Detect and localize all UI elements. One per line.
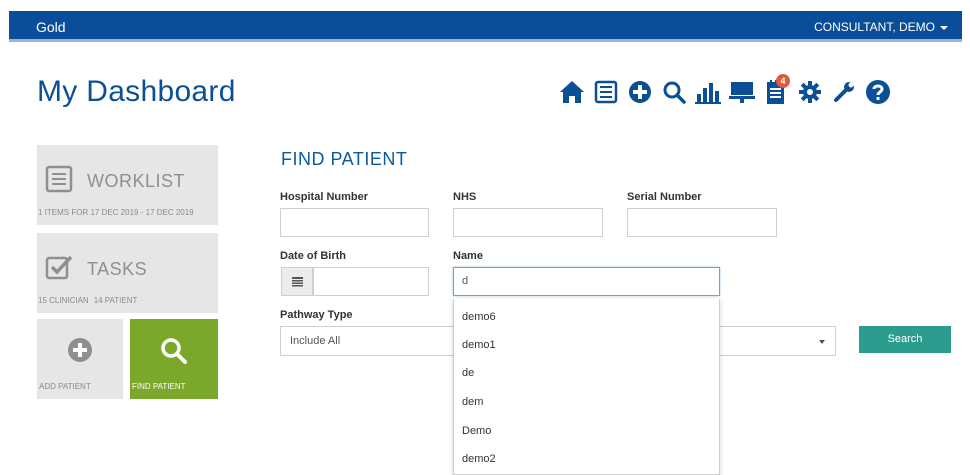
checkbox-icon bbox=[45, 253, 75, 286]
gear-icon[interactable] bbox=[794, 77, 825, 107]
page-title: My Dashboard bbox=[37, 75, 236, 108]
search-icon bbox=[160, 337, 188, 370]
worklist-tile[interactable]: WORKLIST 1 ITEMS FOR 17 DEC 2019 - 17 DE… bbox=[37, 145, 218, 225]
list-icon bbox=[45, 165, 73, 198]
worklist-subtitle: 1 ITEMS FOR 17 DEC 2019 - 17 DEC 2019 bbox=[38, 208, 194, 217]
add-patient-label: ADD PATIENT bbox=[39, 382, 91, 391]
clinician-count: 15 CLINICIAN bbox=[38, 296, 89, 305]
chevron-down-icon bbox=[819, 340, 825, 344]
suggestion-item[interactable]: Demo bbox=[462, 425, 491, 437]
find-patient-label: FIND PATIENT bbox=[132, 382, 186, 391]
name-label: Name bbox=[453, 250, 483, 262]
name-input[interactable]: d bbox=[453, 267, 720, 296]
find-patient-heading: FIND PATIENT bbox=[281, 149, 408, 169]
help-icon[interactable] bbox=[862, 77, 893, 107]
plus-circle-icon bbox=[67, 337, 93, 368]
search-button[interactable]: Search bbox=[859, 326, 951, 353]
suggestion-item[interactable]: dem bbox=[462, 396, 483, 408]
main-toolbar: 4 bbox=[556, 74, 896, 107]
hospital-number-label: Hospital Number bbox=[280, 191, 369, 203]
worklist-title: WORKLIST bbox=[87, 171, 186, 191]
find-patient-tile[interactable]: FIND PATIENT bbox=[130, 319, 218, 399]
name-autocomplete-dropdown: demo6 demo1 de dem Demo demo2 bbox=[453, 299, 720, 475]
patient-count: 14 PATIENT bbox=[93, 296, 138, 305]
dob-label: Date of Birth bbox=[280, 250, 346, 262]
presentation-icon[interactable] bbox=[726, 77, 757, 107]
plus-circle-icon[interactable] bbox=[624, 77, 655, 107]
pathway-type-label: Pathway Type bbox=[280, 309, 353, 321]
tasks-counts: 15 CLINICIAN 14 PATIENT bbox=[38, 296, 142, 305]
wrench-icon[interactable] bbox=[828, 77, 859, 107]
notes-icon[interactable]: 4 bbox=[760, 74, 791, 107]
list-icon[interactable] bbox=[590, 77, 621, 107]
hospital-number-input[interactable] bbox=[280, 208, 429, 237]
tasks-title: TASKS bbox=[87, 259, 148, 279]
pathway-type-value: Include All bbox=[290, 335, 341, 347]
home-icon[interactable] bbox=[556, 77, 587, 107]
serial-number-label: Serial Number bbox=[627, 191, 702, 203]
notification-badge: 4 bbox=[776, 74, 790, 88]
user-menu[interactable]: CONSULTANT, DEMO bbox=[814, 20, 948, 34]
suggestion-item[interactable]: demo6 bbox=[462, 311, 496, 323]
top-nav-bar: Gold CONSULTANT, DEMO bbox=[9, 11, 962, 42]
serial-number-input[interactable] bbox=[627, 208, 777, 237]
nhs-input[interactable] bbox=[453, 208, 603, 237]
suggestion-item[interactable]: demo2 bbox=[462, 453, 496, 465]
user-name[interactable]: CONSULTANT, DEMO bbox=[814, 20, 935, 34]
suggestion-item[interactable]: de bbox=[462, 367, 474, 379]
brand-name[interactable]: Gold bbox=[36, 19, 66, 35]
calendar-button[interactable] bbox=[281, 267, 313, 296]
suggestion-item[interactable]: demo1 bbox=[462, 339, 496, 351]
tasks-tile[interactable]: TASKS 15 CLINICIAN 14 PATIENT bbox=[37, 233, 218, 313]
add-patient-tile[interactable]: ADD PATIENT bbox=[37, 319, 123, 399]
search-icon[interactable] bbox=[658, 77, 689, 107]
dob-input[interactable] bbox=[313, 267, 429, 296]
calendar-icon bbox=[291, 276, 303, 286]
caret-down-icon[interactable] bbox=[940, 25, 948, 30]
bar-chart-icon[interactable] bbox=[692, 77, 723, 107]
nhs-label: NHS bbox=[453, 191, 477, 203]
